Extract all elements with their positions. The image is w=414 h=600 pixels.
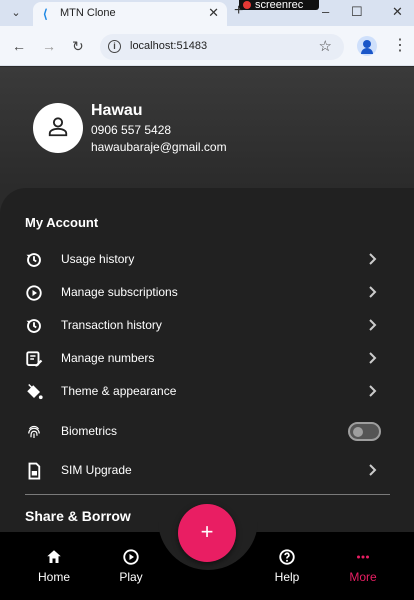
help-icon	[279, 549, 295, 565]
chevron-right-icon	[369, 464, 377, 476]
menu-item-manage-subscriptions[interactable]: Manage subscriptions	[0, 276, 414, 308]
chevron-right-icon	[369, 319, 377, 331]
menu-label: SIM Upgrade	[61, 463, 132, 477]
chevron-right-icon	[369, 352, 377, 364]
menu-item-transaction-history[interactable]: Transaction history	[0, 309, 414, 341]
address-bar[interactable]: i localhost:51483 ☆	[100, 34, 344, 60]
paint-bucket-icon	[27, 383, 43, 400]
tab-close-icon[interactable]: ✕	[208, 5, 219, 21]
nav-home[interactable]: Home	[24, 548, 84, 588]
menu-item-biometrics: Biometrics	[0, 415, 414, 447]
toggle-knob	[353, 427, 363, 437]
clock-history-icon	[26, 253, 41, 267]
tab-search-button[interactable]: ⌄	[6, 4, 26, 22]
flutter-favicon-icon: ⟨	[43, 7, 48, 21]
section-title-share-borrow: Share & Borrow	[25, 508, 131, 524]
nav-more[interactable]: More	[333, 548, 393, 588]
chevron-right-icon	[369, 385, 377, 397]
play-circle-icon	[26, 285, 42, 301]
profile-avatar-icon[interactable]	[357, 36, 377, 56]
tab-title: MTN Clone	[60, 7, 116, 19]
browser-tab[interactable]: ⟨ MTN Clone ✕	[33, 2, 227, 26]
menu-item-theme-appearance[interactable]: Theme & appearance	[0, 375, 414, 407]
menu-label: Biometrics	[61, 424, 118, 438]
reload-icon[interactable]: ↻	[72, 38, 84, 55]
avatar[interactable]	[33, 103, 83, 153]
bookmark-star-icon[interactable]: ☆	[319, 37, 332, 55]
menu-item-sim-upgrade[interactable]: SIM Upgrade	[0, 454, 414, 486]
app-screen: Hawau 0906 557 5428 hawaubaraje@gmail.co…	[0, 67, 414, 600]
nav-play[interactable]: Play	[101, 548, 161, 588]
record-dot-icon	[243, 1, 251, 9]
nav-label: Help	[274, 570, 300, 584]
divider	[25, 494, 390, 495]
window-close-button[interactable]: ✕	[392, 4, 403, 20]
user-phone: 0906 557 5428	[91, 123, 172, 137]
clock-history-icon	[26, 319, 41, 333]
nav-label: More	[349, 570, 377, 584]
biometrics-toggle[interactable]	[348, 422, 381, 441]
play-circle-icon	[123, 549, 139, 565]
browser-tab-strip: ⌄ ⟨ MTN Clone ✕ + screenrec – ☐ ✕	[0, 0, 414, 26]
nav-label: Play	[119, 570, 143, 584]
screen-recorder-badge: screenrec	[239, 0, 319, 10]
more-dots-icon	[357, 555, 369, 559]
menu-label: Manage numbers	[61, 351, 155, 365]
site-info-icon[interactable]: i	[108, 40, 121, 53]
nav-help[interactable]: Help	[257, 548, 317, 588]
back-arrow-icon[interactable]: ←	[12, 38, 26, 54]
menu-label: Usage history	[61, 252, 135, 266]
person-icon	[48, 117, 68, 137]
menu-label: Transaction history	[61, 318, 162, 332]
sim-card-icon	[28, 462, 41, 480]
menu-label: Manage subscriptions	[61, 285, 178, 299]
menu-item-usage-history[interactable]: Usage history	[0, 243, 414, 275]
menu-label: Theme & appearance	[61, 384, 177, 398]
home-icon	[47, 550, 61, 563]
nav-label: Home	[37, 570, 70, 584]
maximize-button[interactable]: ☐	[351, 4, 363, 20]
address-toolbar: ← → ↻ i localhost:51483 ☆ ⋮	[0, 26, 414, 66]
browser-menu-icon[interactable]: ⋮	[392, 35, 408, 55]
chevron-right-icon	[369, 286, 377, 298]
edit-note-icon	[26, 351, 43, 367]
minimize-button[interactable]: –	[322, 4, 329, 19]
menu-item-manage-numbers[interactable]: Manage numbers	[0, 342, 414, 374]
url-text[interactable]: localhost:51483	[130, 40, 207, 52]
fingerprint-icon	[28, 425, 40, 438]
section-title-my-account: My Account	[25, 215, 99, 230]
user-name: Hawau	[91, 102, 143, 119]
recorder-label: screenrec	[255, 0, 304, 10]
add-fab-button[interactable]: +	[178, 504, 236, 562]
user-email: hawaubaraje@gmail.com	[91, 140, 227, 154]
forward-arrow-icon[interactable]: →	[42, 38, 56, 54]
chevron-right-icon	[369, 253, 377, 265]
